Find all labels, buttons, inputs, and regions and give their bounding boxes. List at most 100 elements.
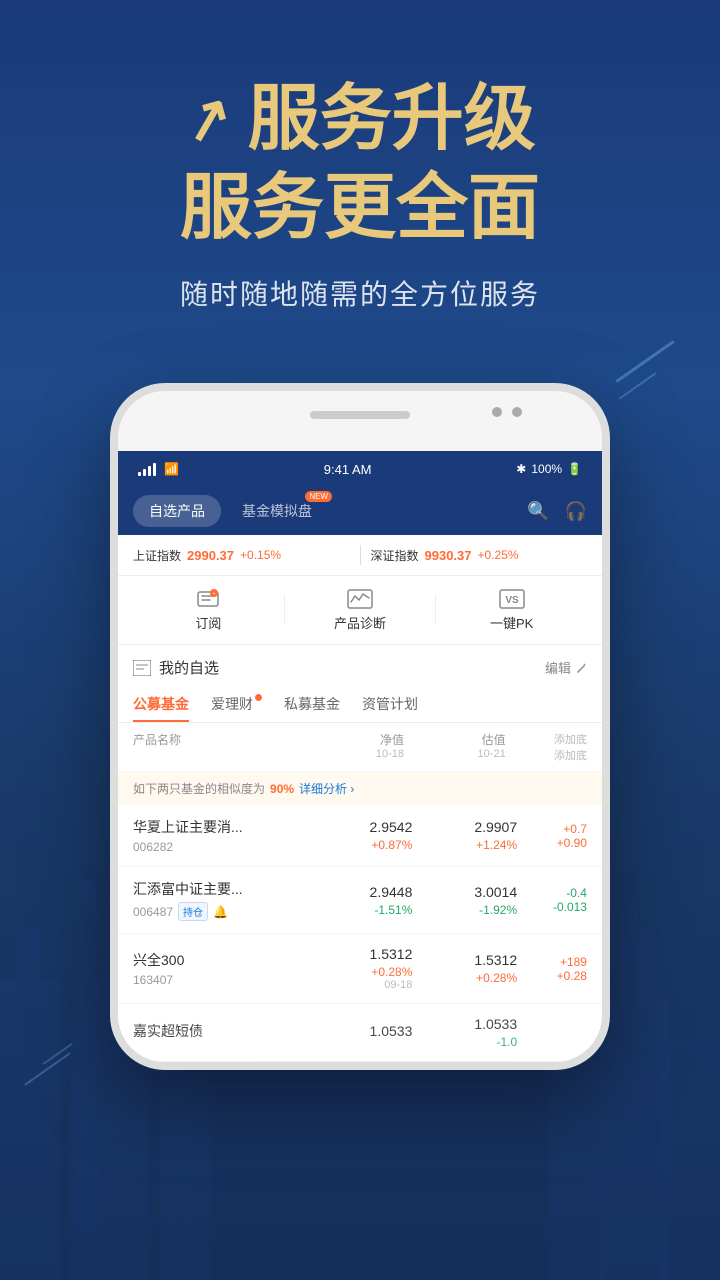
sz-index-item: 深证指数 9930.37 +0.25% (371, 547, 588, 564)
fund-row[interactable]: 兴全300 163407 1.5312 +0.28% 09-18 1.5312 … (118, 934, 602, 1004)
status-time: 9:41 AM (324, 462, 372, 477)
watchlist-title: 我的自选 (133, 657, 219, 678)
fund-code-1: 006282 (133, 840, 308, 854)
hero-section: ↗ 服务升级 服务更全面 随时随地随需的全方位服务 (0, 0, 720, 353)
battery-icon: 🔋 (567, 462, 582, 476)
table-header: 产品名称 净值 10-18 估值 10-21 添加底 添加底 (118, 723, 602, 772)
fund-name-1: 华夏上证主要消... (133, 817, 308, 837)
ai-li-cai-badge (255, 694, 262, 701)
watchlist-icon (133, 660, 151, 676)
edit-icon (575, 662, 587, 674)
fund-add-2: -0.4 -0.013 (517, 886, 587, 914)
ticker-bar: 上证指数 2990.37 +0.15% 深证指数 9930.37 +0.25% (118, 535, 602, 576)
signal-bar-1 (138, 472, 141, 476)
hero-subtitle: 随时随地随需的全方位服务 (60, 273, 660, 313)
phone-top-bar (118, 391, 602, 451)
bluetooth-icon: ✱ (516, 462, 526, 476)
subscribe-icon: + (194, 588, 222, 610)
fund-est-3: 1.5312 +0.28% (412, 952, 517, 985)
fund-est-2: 3.0014 -1.92% (412, 884, 517, 917)
status-left: 📶 (138, 462, 179, 476)
th-est: 估值 10-21 (404, 731, 506, 763)
th-add: 添加底 添加底 (506, 731, 587, 763)
nav-tab-fund-sim[interactable]: 基金模拟盘 NEW (226, 495, 328, 527)
diagnose-icon (346, 588, 374, 610)
bell-icon: 🔔 (213, 905, 228, 919)
fund-nav-1: 2.9542 +0.87% (308, 819, 413, 852)
watchlist-edit-button[interactable]: 编辑 (545, 658, 587, 677)
watchlist-section: 我的自选 编辑 公募基金 爱 (118, 645, 602, 1062)
th-name: 产品名称 (133, 731, 302, 763)
wifi-icon: 📶 (164, 462, 179, 476)
similarity-notice: 如下两只基金的相似度为 90% 详细分析 › (118, 772, 602, 805)
search-icon[interactable]: 🔍 (527, 501, 549, 522)
hero-title-line1: ↗ 服务升级 (60, 80, 660, 159)
watchlist-header: 我的自选 编辑 (118, 645, 602, 686)
tool-subscribe[interactable]: + 订阅 (133, 588, 284, 632)
fund-row[interactable]: 嘉实超短债 1.0533 1.0533 -1.0 (118, 1004, 602, 1062)
fund-nav-4: 1.0533 (308, 1023, 413, 1042)
app-nav-bar: 自选产品 基金模拟盘 NEW 🔍 🎧 (118, 487, 602, 535)
pk-label: 一键PK (490, 613, 533, 632)
pk-icon: VS (498, 588, 526, 610)
fund-info-2: 汇添富中证主要... 006487 持仓 🔔 (133, 879, 308, 921)
cat-tab-ai-li-cai[interactable]: 爱理财 (211, 686, 262, 722)
nav-tabs: 自选产品 基金模拟盘 NEW (133, 495, 328, 527)
tool-pk[interactable]: VS 一键PK (436, 588, 587, 632)
headset-icon[interactable]: 🎧 (565, 501, 587, 522)
fund-nav-2: 2.9448 -1.51% (308, 884, 413, 917)
status-bar: 📶 9:41 AM ✱ 100% 🔋 (118, 451, 602, 487)
tool-diagnose[interactable]: 产品诊断 (285, 588, 436, 632)
fund-name-4: 嘉实超短债 (133, 1021, 308, 1041)
svg-text:VS: VS (505, 595, 519, 606)
phone-mockup: 📶 9:41 AM ✱ 100% 🔋 自选产品 基金模拟盘 NEW (110, 383, 610, 1070)
arrow-icon: ↗ (178, 85, 240, 154)
sz-index-change: +0.25% (478, 548, 519, 562)
fund-row[interactable]: 汇添富中证主要... 006487 持仓 🔔 2.9448 -1.51% 3.0… (118, 867, 602, 934)
fund-est-4: 1.0533 -1.0 (412, 1016, 517, 1049)
fund-row[interactable]: 华夏上证主要消... 006282 2.9542 +0.87% 2.9907 +… (118, 805, 602, 867)
phone-camera (492, 407, 502, 417)
subscribe-label: 订阅 (195, 613, 221, 632)
similarity-percent: 90% (270, 782, 294, 796)
category-tabs: 公募基金 爱理财 私募基金 资管计划 (118, 686, 602, 723)
signal-bar-2 (143, 469, 146, 476)
similarity-link[interactable]: 详细分析 › (299, 780, 354, 797)
diagnose-label: 产品诊断 (334, 613, 386, 632)
signal-bar-4 (153, 463, 156, 476)
signal-bars (138, 462, 156, 476)
new-badge: NEW (305, 491, 332, 502)
hold-tag: 持仓 (178, 902, 208, 921)
sh-index-item: 上证指数 2990.37 +0.15% (133, 547, 350, 564)
hero-title-line2: 服务更全面 (60, 169, 660, 248)
fund-est-1: 2.9907 +1.24% (412, 819, 517, 852)
nav-tab-products[interactable]: 自选产品 (133, 495, 221, 527)
th-nav: 净值 10-18 (302, 731, 404, 763)
fund-nav-3: 1.5312 +0.28% 09-18 (308, 946, 413, 991)
cat-tab-asset-mgmt[interactable]: 资管计划 (362, 686, 418, 722)
fund-code-2: 006487 持仓 🔔 (133, 902, 308, 921)
fund-name-3: 兴全300 (133, 950, 308, 970)
phone-mockup-wrapper: 📶 9:41 AM ✱ 100% 🔋 自选产品 基金模拟盘 NEW (0, 383, 720, 1070)
phone-camera2 (512, 407, 522, 417)
cat-tab-private-fund[interactable]: 私募基金 (284, 686, 340, 722)
status-right: ✱ 100% 🔋 (516, 462, 582, 476)
fund-info-4: 嘉实超短债 (133, 1021, 308, 1044)
signal-bar-3 (148, 466, 151, 476)
phone-speaker (310, 411, 410, 419)
fund-info-3: 兴全300 163407 (133, 950, 308, 987)
battery-text: 100% (531, 462, 562, 476)
sh-index-change: +0.15% (240, 548, 281, 562)
nav-icons: 🔍 🎧 (527, 501, 587, 522)
fund-add-1: +0.7 +0.90 (517, 822, 587, 850)
cat-tab-public-fund[interactable]: 公募基金 (133, 686, 189, 722)
fund-name-2: 汇添富中证主要... (133, 879, 308, 899)
sh-index-label: 上证指数 (133, 547, 181, 564)
ticker-divider (360, 545, 361, 565)
svg-text:+: + (213, 591, 216, 597)
fund-code-3: 163407 (133, 973, 308, 987)
sh-index-value: 2990.37 (187, 548, 234, 563)
sz-index-label: 深证指数 (371, 547, 419, 564)
tool-bar: + 订阅 产品诊断 (118, 576, 602, 645)
sz-index-value: 9930.37 (425, 548, 472, 563)
